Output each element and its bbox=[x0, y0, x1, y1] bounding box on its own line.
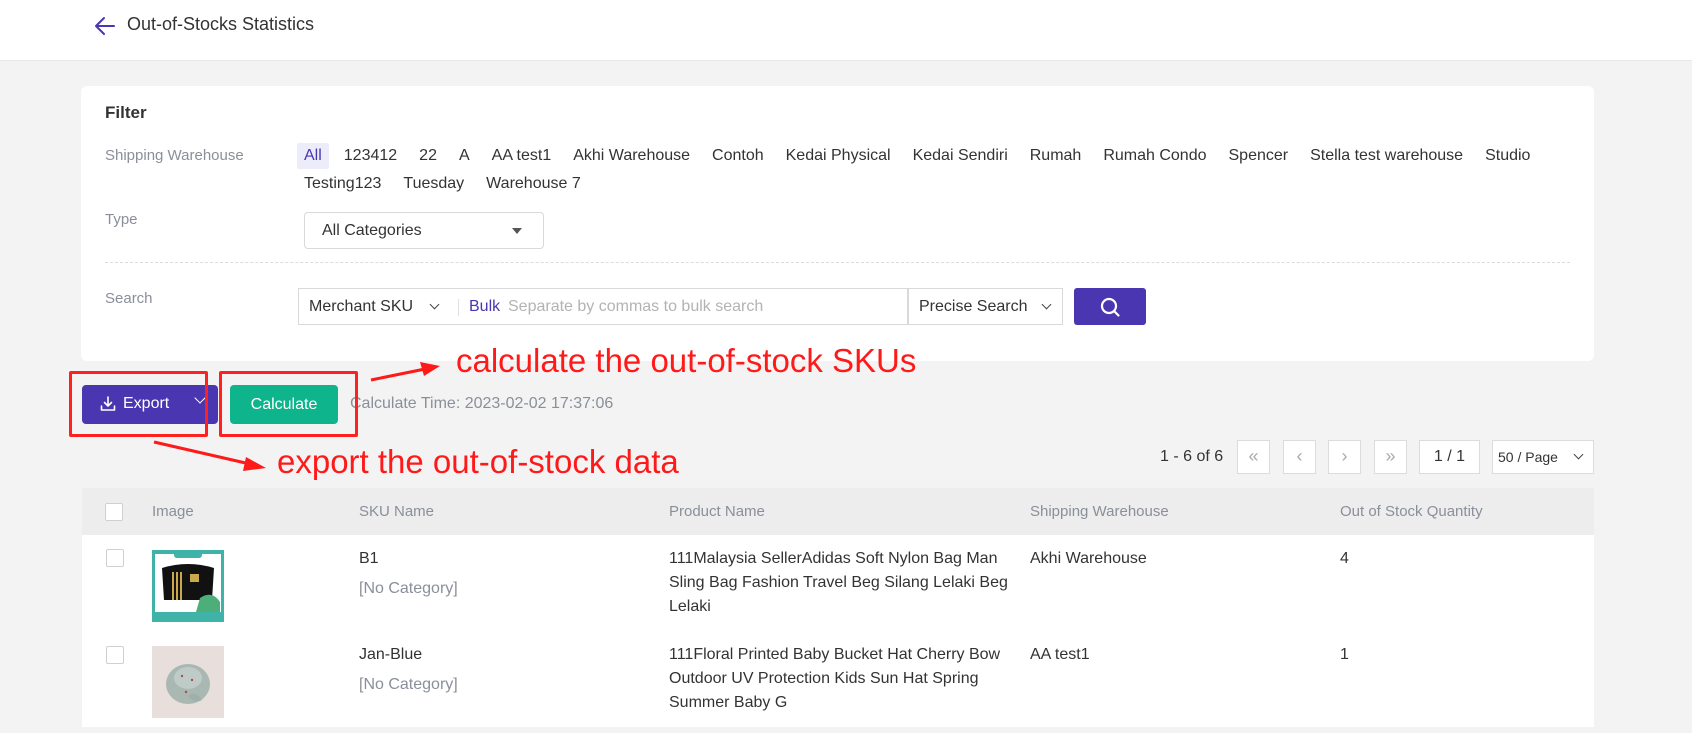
warehouse-option[interactable]: 22 bbox=[412, 143, 444, 169]
first-page-button[interactable]: « bbox=[1237, 440, 1270, 474]
type-label: Type bbox=[105, 211, 138, 228]
search-input[interactable] bbox=[508, 289, 903, 324]
warehouse-option[interactable]: Tuesday bbox=[396, 171, 471, 197]
warehouse-option[interactable]: AA test1 bbox=[485, 143, 559, 169]
warehouse-option[interactable]: Testing123 bbox=[297, 171, 388, 197]
bulk-search-field: Bulk bbox=[458, 288, 908, 325]
prev-page-button[interactable]: ‹ bbox=[1283, 440, 1316, 474]
sku-category: [No Category] bbox=[359, 676, 458, 693]
caret-down-icon bbox=[512, 228, 522, 234]
arrow-to-export-note bbox=[153, 440, 266, 471]
table-row: B1 [No Category] 111Malaysia SellerAdida… bbox=[82, 535, 1594, 631]
warehouse-option[interactable]: Kedai Physical bbox=[779, 143, 898, 169]
annotation-box-export bbox=[69, 371, 208, 437]
column-header-image: Image bbox=[152, 503, 194, 520]
shipping-warehouse: Akhi Warehouse bbox=[1030, 550, 1147, 567]
product-image[interactable] bbox=[152, 646, 224, 718]
search-field-value: Merchant SKU bbox=[309, 298, 414, 315]
out-of-stock-table: Image SKU Name Product Name Shipping War… bbox=[82, 488, 1594, 727]
search-button[interactable] bbox=[1074, 288, 1146, 325]
product-image[interactable] bbox=[152, 550, 224, 622]
search-mode-select[interactable]: Precise Search bbox=[908, 288, 1063, 325]
warehouse-option[interactable]: Studio bbox=[1478, 143, 1537, 169]
annotation-calculate-note: calculate the out-of-stock SKUs bbox=[456, 342, 917, 379]
arrow-left-icon[interactable] bbox=[93, 14, 117, 38]
column-header-sku-name: SKU Name bbox=[359, 503, 435, 520]
chevron-down-icon bbox=[1041, 299, 1052, 310]
warehouse-option[interactable]: Kedai Sendiri bbox=[906, 143, 1015, 169]
product-name: 111Malaysia SellerAdidas Soft Nylon Bag … bbox=[669, 550, 1008, 615]
row-checkbox[interactable] bbox=[106, 549, 124, 567]
warehouse-option[interactable]: Contoh bbox=[705, 143, 771, 169]
sku-category: [No Category] bbox=[359, 580, 458, 597]
table-row: Jan-Blue [No Category] 111Floral Printed… bbox=[82, 631, 1594, 727]
search-group: Merchant SKU Bulk Precise Search bbox=[298, 288, 1063, 325]
shipping-warehouse: AA test1 bbox=[1030, 646, 1090, 663]
out-of-stock-quantity: 1 bbox=[1340, 646, 1349, 663]
product-name: 111Floral Printed Baby Bucket Hat Cherry… bbox=[669, 646, 1001, 711]
table-header: Image SKU Name Product Name Shipping War… bbox=[82, 488, 1594, 535]
out-of-stock-quantity: 4 bbox=[1340, 550, 1349, 567]
column-header-shipping-warehouse: Shipping Warehouse bbox=[1030, 503, 1169, 520]
warehouse-option[interactable]: 123412 bbox=[337, 143, 404, 169]
column-header-out-of-stock-quantity: Out of Stock Quantity bbox=[1340, 503, 1483, 520]
warehouse-option[interactable]: A bbox=[452, 143, 477, 169]
page-indicator[interactable]: 1 / 1 bbox=[1419, 440, 1480, 474]
page-size-select[interactable]: 50 / Page bbox=[1492, 440, 1594, 474]
warehouse-option[interactable]: All bbox=[297, 143, 329, 169]
bulk-toggle[interactable]: Bulk bbox=[469, 298, 500, 316]
top-bar: Out-of-Stocks Statistics bbox=[0, 0, 1692, 61]
filter-title: Filter bbox=[105, 103, 147, 122]
search-icon bbox=[1100, 297, 1120, 317]
chevron-down-icon bbox=[429, 299, 440, 310]
select-all-checkbox[interactable] bbox=[105, 503, 123, 521]
warehouse-option[interactable]: Akhi Warehouse bbox=[566, 143, 697, 169]
filter-panel: Filter Shipping Warehouse All 123412 22 A AA… bbox=[81, 86, 1594, 361]
warehouse-options: All 123412 22 A AA test1 Akhi Warehouse Contoh… bbox=[297, 143, 1577, 197]
pagination-info: 1 - 6 of 6 bbox=[1160, 448, 1224, 465]
column-header-product-name: Product Name bbox=[669, 503, 765, 520]
shipping-warehouse-label: Shipping Warehouse bbox=[105, 147, 244, 164]
next-page-button[interactable]: › bbox=[1328, 440, 1361, 474]
row-checkbox[interactable] bbox=[106, 646, 124, 664]
warehouse-option[interactable]: Rumah Condo bbox=[1096, 143, 1213, 169]
page-size-value: 50 / Page bbox=[1498, 449, 1558, 465]
chevron-down-icon bbox=[1573, 449, 1584, 460]
warehouse-option[interactable]: Spencer bbox=[1222, 143, 1296, 169]
search-mode-value: Precise Search bbox=[919, 298, 1028, 315]
sku-name: B1 bbox=[359, 550, 379, 567]
annotation-box-calculate bbox=[219, 371, 358, 437]
warehouse-option[interactable]: Stella test warehouse bbox=[1303, 143, 1470, 169]
separator bbox=[458, 299, 459, 316]
page-title: Out-of-Stocks Statistics bbox=[127, 14, 315, 34]
type-select-value: All Categories bbox=[322, 222, 422, 239]
search-label: Search bbox=[105, 290, 153, 307]
annotation-export-note: export the out-of-stock data bbox=[277, 443, 679, 480]
last-page-button[interactable]: » bbox=[1374, 440, 1407, 474]
warehouse-option[interactable]: Rumah bbox=[1023, 143, 1089, 169]
search-field-select[interactable]: Merchant SKU bbox=[298, 288, 458, 325]
type-select[interactable]: All Categories bbox=[304, 212, 544, 249]
sku-name: Jan-Blue bbox=[359, 646, 423, 663]
calculate-time: Calculate Time: 2023-02-02 17:37:06 bbox=[350, 395, 614, 412]
warehouse-option[interactable]: Warehouse 7 bbox=[479, 171, 588, 197]
arrow-to-calculate-note bbox=[370, 362, 440, 382]
filter-divider bbox=[105, 262, 1570, 263]
